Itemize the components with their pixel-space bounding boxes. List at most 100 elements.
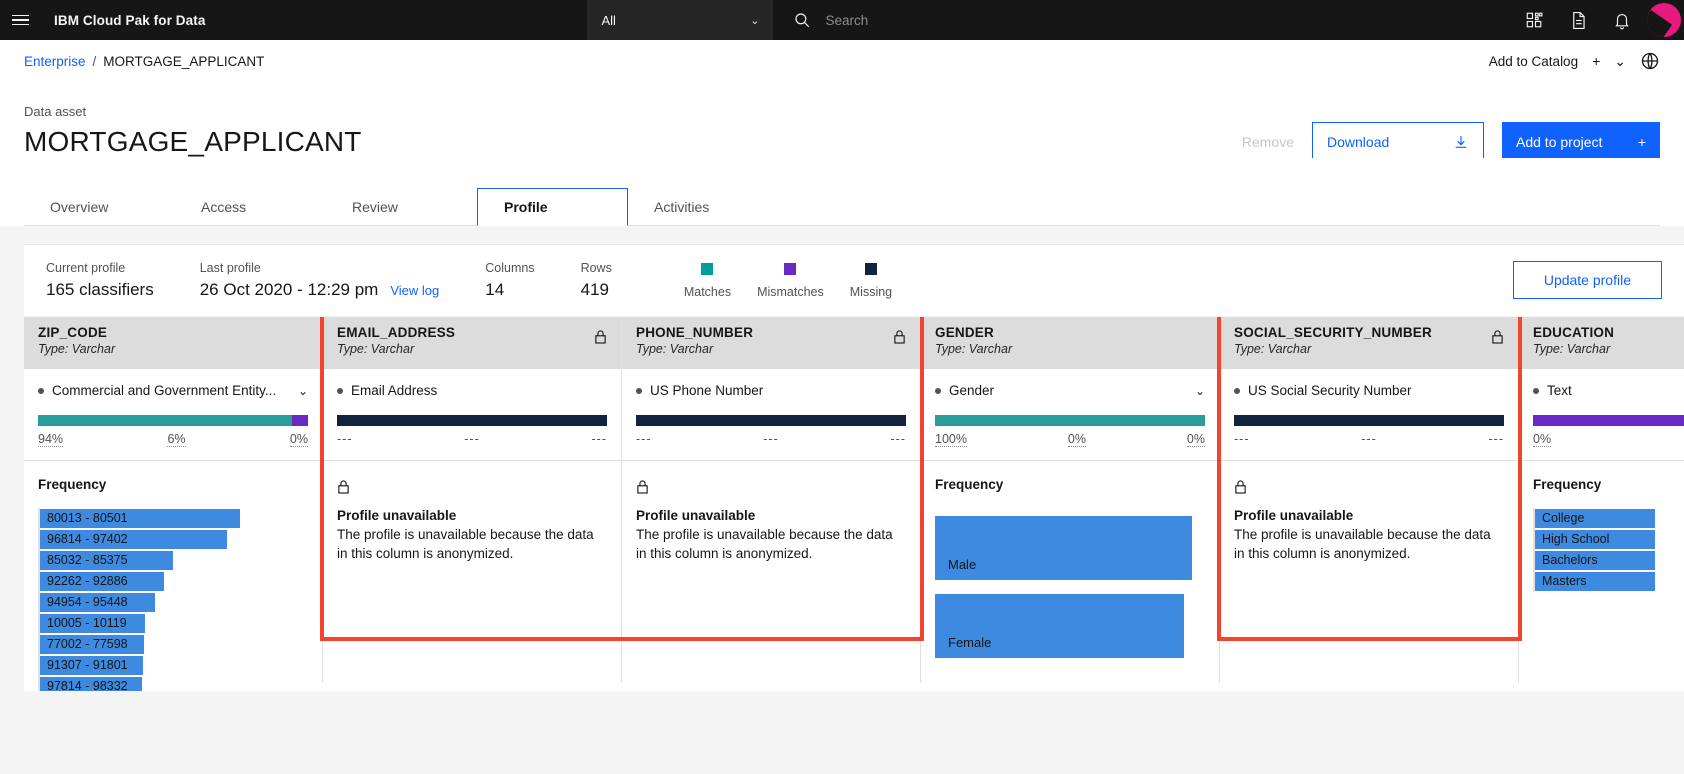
quality-percent: ---	[591, 432, 607, 446]
download-button[interactable]: Download	[1312, 122, 1484, 162]
frequency-label: 77002 - 77598	[47, 637, 128, 651]
frequency-bar[interactable]: College	[1535, 508, 1655, 528]
chevron-down-icon[interactable]: ⌄	[298, 384, 308, 398]
rows-value: 419	[580, 280, 609, 299]
add-to-project-button[interactable]: Add to project +	[1502, 122, 1660, 162]
legend-swatch	[701, 262, 714, 275]
columns-label: Columns	[485, 261, 535, 275]
frequency-row: 94954 - 95448	[40, 592, 308, 612]
bullet-icon	[1533, 387, 1539, 394]
brand-title: IBM Cloud Pak for Data	[54, 12, 206, 28]
frequency-title: Frequency	[1533, 477, 1602, 492]
frequency-row: 96814 - 97402	[40, 529, 308, 549]
quality-percent: ---	[636, 432, 652, 446]
last-profile-block: Last profile 26 Oct 2020 - 12:29 pm View…	[200, 261, 440, 300]
frequency-bar[interactable]: 80013 - 80501	[40, 508, 240, 528]
frequency-label: 85032 - 85375	[47, 553, 128, 567]
tab-overview[interactable]: Overview	[24, 188, 175, 226]
quality-percent: 6%	[167, 432, 186, 447]
column-card-header: SOCIAL_SECURITY_NUMBER Type: Varchar	[1220, 317, 1518, 369]
bullet-icon	[337, 387, 343, 394]
frequency-row: 91307 - 91801	[40, 655, 308, 675]
frequency-bar[interactable]: 91307 - 91801	[40, 655, 143, 675]
tab-access[interactable]: Access	[175, 188, 326, 226]
frequency-bar[interactable]: Masters	[1535, 571, 1655, 591]
frequency-row: 77002 - 77598	[40, 634, 308, 654]
legend-label: Mismatches	[757, 284, 824, 299]
globe-icon[interactable]	[1640, 51, 1660, 71]
avatar[interactable]	[1644, 0, 1684, 40]
frequency-bar[interactable]: 94954 - 95448	[40, 592, 155, 612]
column-card-header: PHONE_NUMBER Type: Varchar	[622, 317, 920, 369]
column-classifier-block: US Phone Number --- --- ---	[622, 369, 920, 461]
top-navigation-bar: IBM Cloud Pak for Data All ⌄ Search	[0, 0, 1684, 40]
quality-segment-mismatches	[291, 415, 308, 426]
frequency-bar[interactable]: 10005 - 10119	[40, 613, 145, 633]
tab-bar: Overview Access Review Profile Activitie…	[24, 158, 1660, 226]
frequency-bar[interactable]: Male	[935, 516, 1192, 580]
frequency-bar[interactable]: 97814 - 98332	[40, 676, 142, 691]
profile-unavailable-block: Profile unavailable The profile is unavai…	[622, 461, 920, 563]
profile-columns-viewport: ZIP_CODE Type: Varchar Commercial and Gove…	[24, 317, 1684, 691]
quality-segment-mismatches	[1533, 415, 1684, 426]
frequency-block: Frequency 80013 - 80501 96814 - 97402 85032…	[24, 461, 322, 691]
frequency-label: 91307 - 91801	[47, 658, 128, 672]
columns-block: Columns 14	[485, 261, 534, 300]
tab-activities[interactable]: Activities	[628, 188, 779, 226]
bullet-icon	[636, 387, 642, 394]
add-to-catalog-button[interactable]: Add to Catalog	[1489, 54, 1578, 69]
lock-icon	[1235, 480, 1246, 494]
chevron-down-icon[interactable]: ⌄	[1614, 53, 1626, 70]
quality-percent: 0%	[1067, 432, 1086, 447]
frequency-row: College	[1535, 508, 1684, 528]
search-input[interactable]: Search	[825, 13, 868, 28]
hamburger-icon[interactable]	[0, 0, 40, 40]
apps-grid-icon[interactable]	[1512, 0, 1556, 40]
frequency-block: Frequency College High School Bachelors Mast…	[1519, 461, 1684, 592]
quality-legend: Matches Mismatches Missing	[684, 262, 892, 299]
column-card-header: GENDER Type: Varchar	[921, 317, 1219, 369]
column-card: PHONE_NUMBER Type: Varchar US Phone Number…	[622, 317, 921, 683]
notification-bell-icon[interactable]	[1600, 0, 1644, 40]
current-profile-value: 165 classifiers	[46, 280, 154, 299]
frequency-bar[interactable]: 85032 - 85375	[40, 550, 173, 570]
profile-unavailable-text: The profile is unavailable because the d…	[1234, 527, 1491, 561]
quality-segment-missing	[1234, 415, 1504, 426]
global-search[interactable]: Search	[773, 0, 1512, 40]
tab-label: Review	[352, 198, 398, 215]
frequency-row: 85032 - 85375	[40, 550, 308, 570]
frequency-bar[interactable]: 77002 - 77598	[40, 634, 144, 654]
frequency-bar[interactable]: Female	[935, 594, 1184, 658]
breadcrumb: Enterprise / MORTGAGE_APPLICANT Add to C…	[0, 40, 1684, 82]
column-type: Type: Varchar	[935, 342, 1013, 356]
classifier-name: Commercial and Government Entity...	[38, 383, 276, 398]
column-type: Type: Varchar	[636, 342, 714, 356]
add-icon[interactable]: +	[1592, 53, 1600, 69]
frequency-bar[interactable]: 96814 - 97402	[40, 529, 227, 549]
profile-unavailable-title: Profile unavailable	[636, 508, 756, 523]
frequency-bar[interactable]: High School	[1535, 529, 1655, 549]
quality-percent: 0%	[1533, 432, 1552, 447]
view-log-link[interactable]: View log	[390, 283, 439, 298]
breadcrumb-root-link[interactable]: Enterprise	[24, 54, 86, 69]
tab-profile[interactable]: Profile	[477, 188, 628, 226]
profile-unavailable-title: Profile unavailable	[337, 508, 457, 523]
document-icon[interactable]	[1556, 0, 1600, 40]
chevron-down-icon[interactable]: ⌄	[1195, 384, 1205, 398]
tab-review[interactable]: Review	[326, 188, 477, 226]
search-scope-select[interactable]: All ⌄	[587, 0, 774, 40]
search-scope-value: All	[601, 12, 616, 28]
last-profile-value: 26 Oct 2020 - 12:29 pm	[199, 280, 379, 299]
quality-percent-row: --- --- ---	[337, 432, 607, 446]
update-profile-button[interactable]: Update profile	[1512, 261, 1662, 299]
frequency-bar[interactable]: Bachelors	[1535, 550, 1655, 570]
frequency-label: Male	[948, 557, 977, 572]
frequency-bar[interactable]: 92262 - 92886	[40, 571, 164, 591]
chevron-down-icon: ⌄	[750, 14, 760, 27]
quality-bar	[636, 415, 906, 426]
quality-percent-row: --- --- ---	[636, 432, 906, 446]
quality-percent: ---	[763, 432, 779, 446]
lock-icon	[637, 480, 648, 494]
frequency-row: 80013 - 80501	[40, 508, 308, 528]
frequency-chart: Male Female	[935, 516, 1205, 658]
